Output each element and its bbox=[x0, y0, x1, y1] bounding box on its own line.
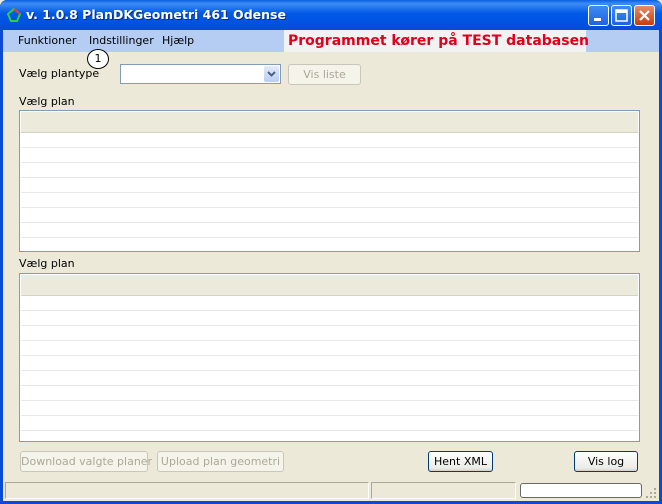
close-icon bbox=[639, 10, 650, 21]
status-bar bbox=[3, 479, 659, 501]
window-title: v. 1.0.8 PlanDKGeometri 461 Odense bbox=[26, 7, 286, 22]
progress-bar bbox=[520, 483, 642, 498]
plan-list-1-header[interactable] bbox=[21, 112, 638, 133]
plan-list-1[interactable] bbox=[19, 110, 640, 252]
upload-geometry-button[interactable]: Upload plan geometri bbox=[157, 451, 284, 472]
title-bar[interactable]: v. 1.0.8 PlanDKGeometri 461 Odense bbox=[0, 0, 662, 30]
vis-log-button[interactable]: Vis log bbox=[574, 451, 638, 472]
status-panel-secondary bbox=[371, 482, 516, 499]
plan-list-2-label: Vælg plan bbox=[19, 257, 75, 270]
maximize-button[interactable] bbox=[611, 5, 632, 26]
app-window: v. 1.0.8 PlanDKGeometri 461 Odense Funkt… bbox=[0, 0, 662, 504]
annotation-marker: 1 bbox=[87, 49, 109, 69]
plan-list-2-header[interactable] bbox=[21, 275, 638, 296]
menu-funktioner[interactable]: Funktioner bbox=[18, 34, 76, 47]
client-area: Funktioner Indstillinger Hjælp Programme… bbox=[3, 30, 659, 501]
menu-hjaelp[interactable]: Hjælp bbox=[162, 34, 194, 47]
menu-indstillinger[interactable]: Indstillinger bbox=[89, 34, 154, 47]
plantype-select[interactable] bbox=[120, 64, 281, 84]
status-panel-main bbox=[5, 482, 369, 499]
minimize-icon bbox=[594, 18, 601, 21]
minimize-button[interactable] bbox=[588, 5, 609, 26]
plantype-dropdown-button[interactable] bbox=[264, 66, 279, 82]
close-button[interactable] bbox=[634, 5, 655, 26]
hent-xml-button[interactable]: Hent XML bbox=[428, 451, 493, 472]
plan-list-1-rows[interactable] bbox=[21, 133, 638, 250]
plan-list-1-label: Vælg plan bbox=[19, 95, 75, 108]
resize-grip-icon[interactable] bbox=[645, 487, 657, 499]
app-logo-icon bbox=[7, 8, 21, 22]
download-plans-button[interactable]: Download valgte planer bbox=[20, 451, 152, 472]
chevron-down-icon bbox=[267, 71, 276, 77]
plan-list-2-rows[interactable] bbox=[21, 296, 638, 440]
plantype-label: Vælg plantype bbox=[19, 67, 100, 80]
maximize-icon bbox=[615, 9, 628, 22]
test-database-banner: Programmet kører på TEST databasen bbox=[284, 30, 589, 52]
vis-liste-button[interactable]: Vis liste bbox=[288, 64, 361, 85]
plan-list-2[interactable] bbox=[19, 273, 640, 442]
